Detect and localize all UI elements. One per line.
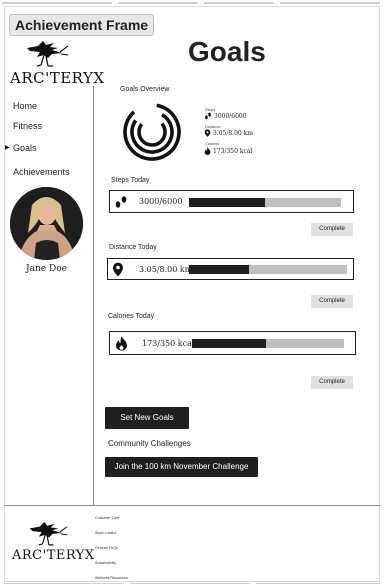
active-indicator-icon: ▶	[5, 145, 10, 151]
metric-title-distance: Distance Today	[109, 244, 157, 251]
community-heading: Community Challenges	[108, 439, 191, 448]
steps-progress-bar	[189, 198, 341, 207]
steps-card: 3000/6000	[109, 190, 354, 213]
footer-brand-logo[interactable]: ARC'TERYX	[12, 519, 95, 563]
footer-link-store-locator[interactable]: Store Locator	[95, 531, 117, 535]
overview-title: Goals Overview	[120, 86, 170, 93]
steps-progress-fill	[189, 198, 265, 207]
location-pin-icon	[113, 262, 123, 277]
footer-divider	[4, 505, 381, 506]
sidebar-item-home[interactable]: Home	[13, 101, 37, 111]
flame-icon	[204, 147, 211, 155]
logo-wordmark: ARC'TERYX	[10, 69, 105, 87]
join-challenge-button[interactable]: Join the 100 km November Challenge	[105, 457, 258, 477]
calories-progress-bar	[192, 339, 344, 348]
user-photo	[10, 187, 83, 260]
flame-icon	[116, 336, 127, 351]
progress-rings-chart	[123, 103, 181, 161]
metric-value-calories: 173/350 kcal	[142, 339, 195, 348]
bottom-rail	[0, 582, 386, 586]
archaeopteryx-logo-icon	[27, 41, 69, 67]
sidebar-item-goals[interactable]: Goals	[13, 143, 37, 153]
sidebar-item-fitness[interactable]: Fitness	[13, 121, 42, 131]
set-new-goals-button[interactable]: Set New Goals	[105, 407, 189, 429]
calories-complete-button[interactable]: Complete	[311, 376, 353, 389]
location-pin-icon	[204, 129, 211, 137]
footer-link-customer-care[interactable]: Customer Care	[95, 516, 119, 520]
footer-link-wellness-resources[interactable]: Wellness Resources	[95, 576, 128, 580]
user-name: Jane Doe	[26, 264, 67, 274]
metric-value-steps: 3000/6000	[139, 197, 183, 206]
frame-border	[4, 6, 380, 582]
stat-value-distance: 3.05/8.00 km	[213, 129, 253, 137]
stat-value-calories: 173/350 kcal	[213, 147, 253, 155]
calories-ring	[137, 117, 167, 147]
footprints-icon	[205, 112, 211, 120]
footer-link-sustainability[interactable]: Sustainability	[95, 561, 116, 565]
brand-logo[interactable]: ARC'TERYX	[10, 38, 105, 87]
page-title: Goals	[188, 36, 266, 67]
metric-title-calories: Calories Today	[108, 313, 155, 320]
archaeopteryx-logo-icon	[29, 522, 68, 546]
footer-link-general-faqs[interactable]: General FAQs	[95, 546, 118, 550]
footprints-icon	[115, 196, 127, 208]
calories-card: 173/350 kcal	[109, 331, 356, 355]
avatar[interactable]	[10, 187, 83, 260]
stat-value-steps: 3000/6000	[214, 112, 247, 120]
distance-progress-fill	[189, 265, 250, 274]
stat-caption-calories: Calories	[205, 141, 220, 146]
frame-label: Achievement Frame	[9, 14, 155, 36]
distance-progress-bar	[189, 265, 347, 274]
metric-value-distance: 3.05/8.00 km	[139, 265, 193, 274]
steps-complete-button[interactable]: Complete	[311, 223, 353, 236]
sidebar-divider	[93, 86, 94, 506]
calories-progress-fill	[192, 339, 267, 348]
sidebar-item-achievements[interactable]: Achievements	[13, 167, 70, 177]
metric-title-steps: Steps Today	[111, 177, 150, 184]
distance-complete-button[interactable]: Complete	[311, 295, 353, 308]
stat-steps: 3000/6000	[204, 112, 247, 120]
footer-logo-wordmark: ARC'TERYX	[12, 548, 95, 563]
stat-calories: 173/350 kcal	[204, 147, 252, 155]
stat-distance: 3.05/8.00 km	[204, 129, 253, 137]
distance-card: 3.05/8.00 km	[107, 258, 354, 280]
